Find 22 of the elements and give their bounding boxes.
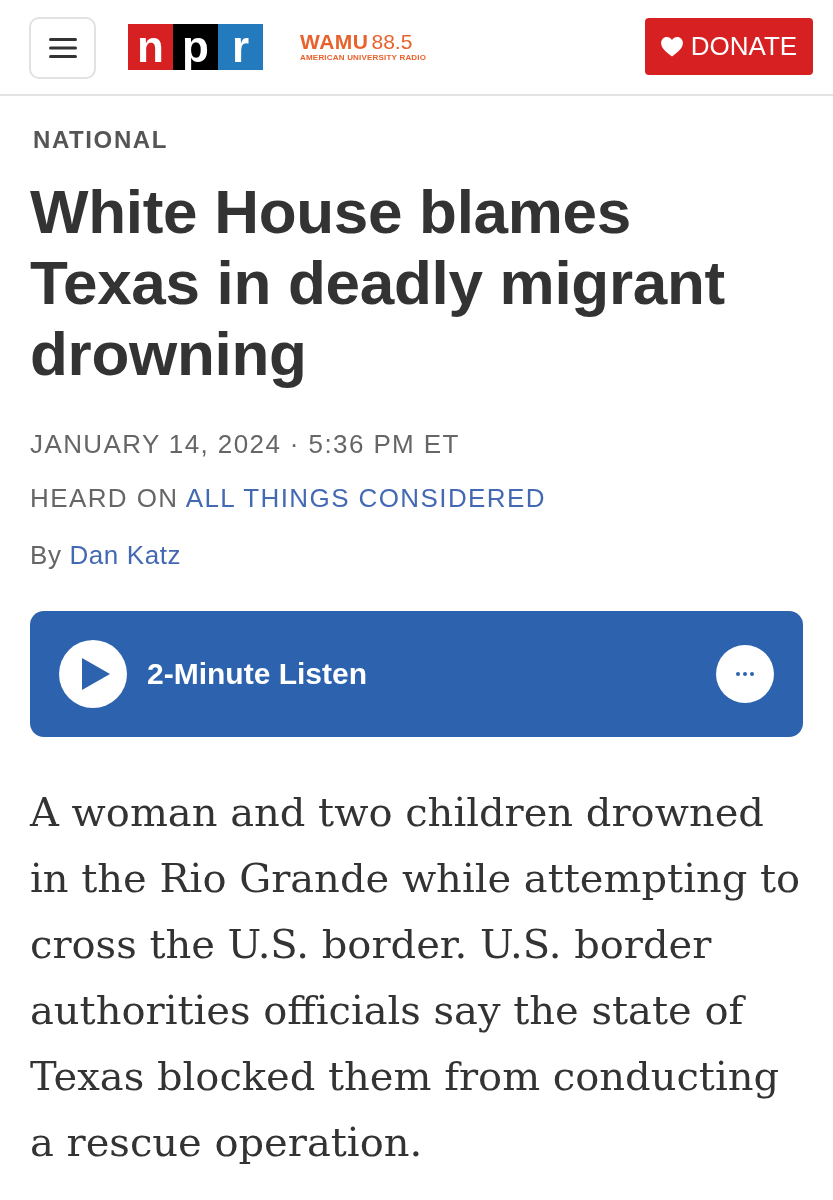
author-link[interactable]: Dan Katz xyxy=(69,540,182,570)
menu-icon xyxy=(48,37,77,59)
audio-title: 2-Minute Listen xyxy=(147,657,367,691)
logo-letter[interactable]: p xyxy=(173,24,218,70)
station-tagline: AMERICAN UNIVERSITY RADIO xyxy=(300,53,427,63)
donate-button[interactable]: DONATE xyxy=(645,18,813,75)
article-body: A woman and two children drowned in the Rio Grande while attempting to cross the U.S. border. U.S. border authorities officials say the state of Texas blocked them from conducting a rescue operation. xyxy=(30,788,802,1167)
more-icon xyxy=(736,672,754,676)
heard-on-line: HEARD ON ALL THINGS CONSIDERED xyxy=(30,482,546,514)
more-button[interactable] xyxy=(716,645,774,703)
station-frequency: 88.5 xyxy=(371,31,413,53)
logo-letter[interactable]: n xyxy=(128,24,173,70)
heart-icon xyxy=(660,36,683,57)
byline: By Dan Katz xyxy=(30,539,182,571)
logo-letter[interactable]: r xyxy=(218,24,263,70)
dateline: JANUARY 14, 2024 · 5:36 PM ET xyxy=(30,428,460,460)
headline: White House blames Texas in deadly migrant drowning xyxy=(30,176,726,389)
program-link[interactable]: ALL THINGS CONSIDERED xyxy=(185,483,546,513)
station-name: WAMU xyxy=(300,31,369,53)
menu-button[interactable] xyxy=(29,17,96,79)
play-icon xyxy=(81,658,110,690)
section-label: NATIONAL xyxy=(33,125,168,155)
